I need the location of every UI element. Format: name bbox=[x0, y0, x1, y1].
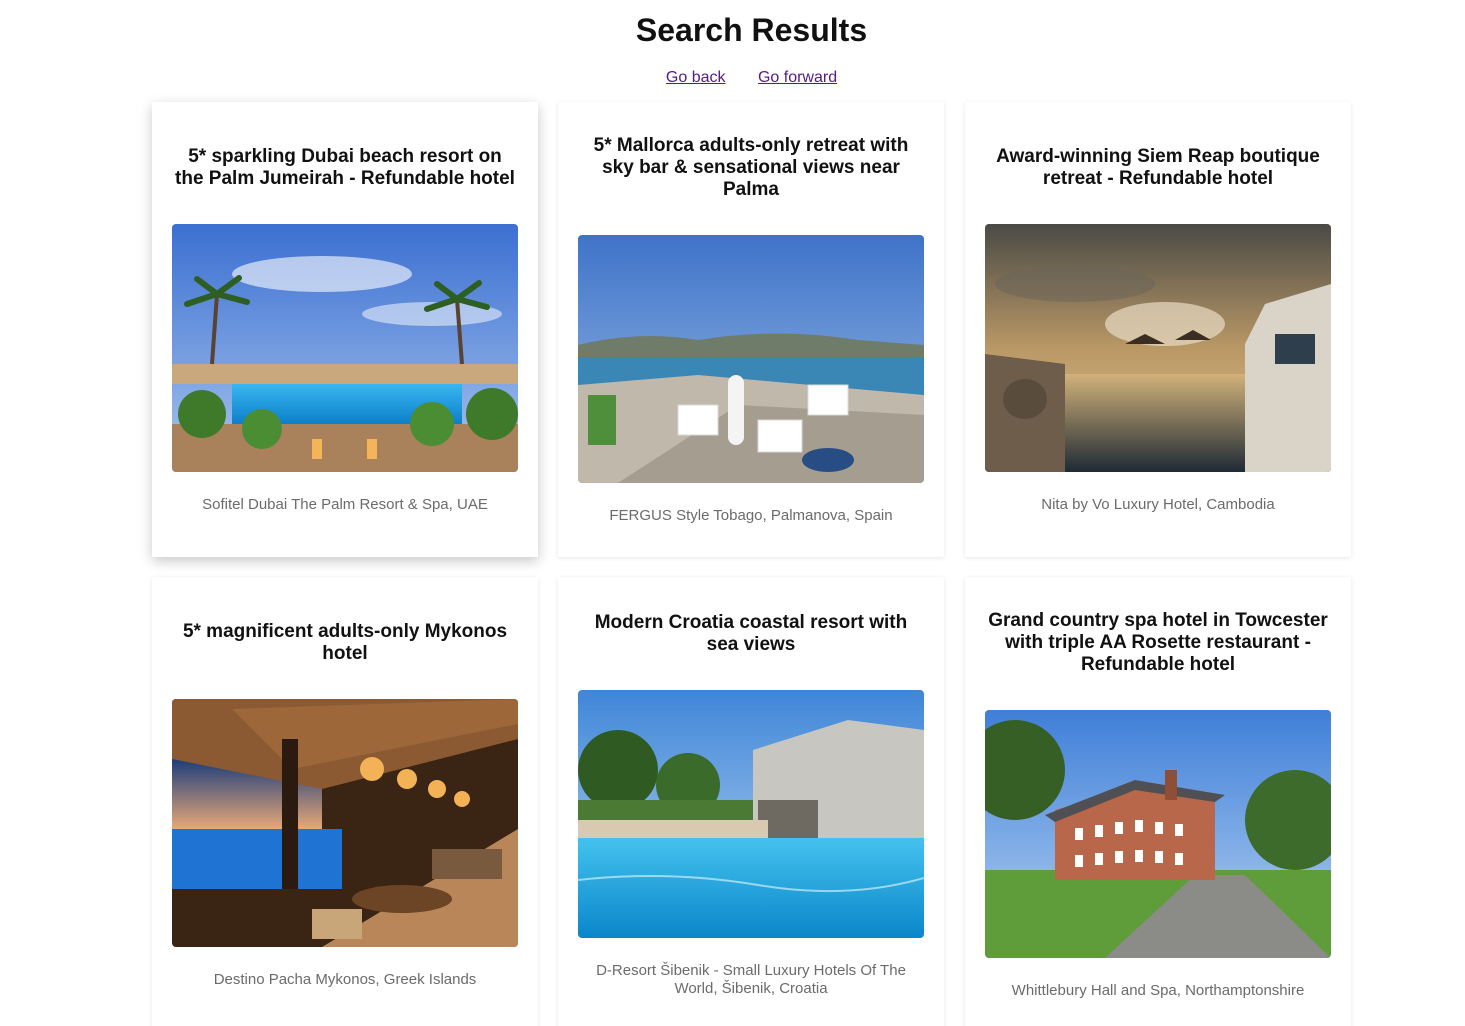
result-title[interactable]: 5* sparkling Dubai beach resort on the P… bbox=[172, 146, 518, 190]
hotel-photo[interactable] bbox=[985, 223, 1331, 472]
go-back-link[interactable]: Go back bbox=[666, 69, 726, 86]
result-title[interactable]: 5* magnificent adults-only Mykonos hotel bbox=[172, 621, 518, 665]
go-forward-link[interactable]: Go forward bbox=[758, 69, 837, 86]
result-card[interactable]: Grand country spa hotel in Towcester wit… bbox=[965, 577, 1351, 1026]
result-location: Sofitel Dubai The Palm Resort & Spa, UAE bbox=[202, 495, 488, 513]
result-card[interactable]: 5* Mallorca adults-only retreat with sky… bbox=[558, 102, 944, 557]
result-card[interactable]: Award-winning Siem Reap boutique retreat… bbox=[965, 102, 1351, 557]
search-results-page: Search Results Go back Go forward 5* spa… bbox=[0, 0, 1465, 1026]
hotel-photo[interactable] bbox=[578, 689, 924, 938]
hotel-photo[interactable] bbox=[172, 698, 518, 947]
result-location: D-Resort Šibenik - Small Luxury Hotels O… bbox=[596, 961, 906, 997]
history-nav: Go back Go forward bbox=[0, 68, 1465, 88]
hotel-photo[interactable] bbox=[578, 234, 924, 483]
hotel-photo[interactable] bbox=[985, 709, 1331, 958]
result-card[interactable]: Modern Croatia coastal resort with sea v… bbox=[558, 577, 944, 1026]
result-location: Nita by Vo Luxury Hotel, Cambodia bbox=[1041, 495, 1275, 513]
page-title: Search Results bbox=[635, 12, 868, 48]
result-card[interactable]: 5* sparkling Dubai beach resort on the P… bbox=[152, 102, 538, 557]
hotel-photo[interactable] bbox=[172, 223, 518, 472]
result-title[interactable]: 5* Mallorca adults-only retreat with sky… bbox=[578, 135, 924, 201]
result-card[interactable]: 5* magnificent adults-only Mykonos hotel bbox=[152, 577, 538, 1026]
result-title[interactable]: Grand country spa hotel in Towcester wit… bbox=[985, 610, 1331, 676]
result-title[interactable]: Award-winning Siem Reap boutique retreat… bbox=[985, 146, 1331, 190]
result-location: Destino Pacha Mykonos, Greek Islands bbox=[213, 970, 477, 988]
result-location: FERGUS Style Tobago, Palmanova, Spain bbox=[609, 506, 893, 524]
result-title[interactable]: Modern Croatia coastal resort with sea v… bbox=[578, 612, 924, 656]
result-location: Whittlebury Hall and Spa, Northamptonshi… bbox=[1011, 981, 1305, 999]
